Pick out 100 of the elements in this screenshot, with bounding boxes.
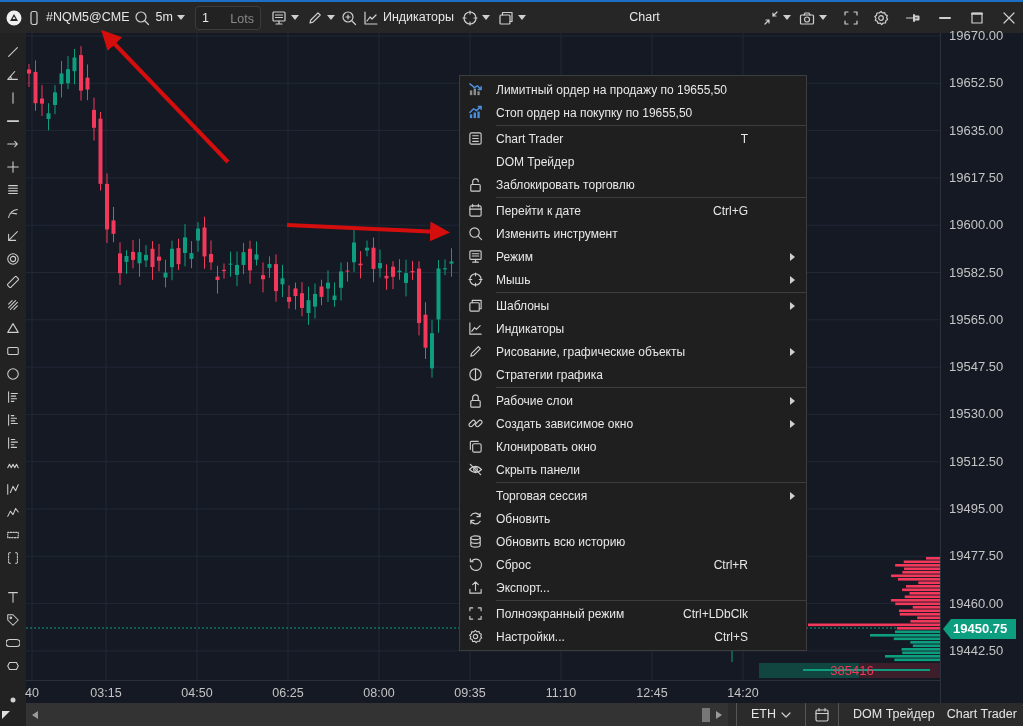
zoom-in-icon[interactable] <box>340 9 357 26</box>
menu-item[interactable]: Полноэкранный режим Ctrl+LDbClk <box>460 602 806 625</box>
crosshair-dropdown[interactable] <box>460 9 492 26</box>
menu-item[interactable]: DOM Трейдер <box>460 150 806 173</box>
chart-up-icon <box>467 105 483 120</box>
settings-icon[interactable] <box>873 9 889 26</box>
price-label: 19670.00 <box>949 27 1004 46</box>
menu-item[interactable]: Мышь <box>460 268 806 291</box>
menu-item[interactable]: Шаблоны <box>460 294 806 317</box>
menu-item[interactable]: Торговая сессия <box>460 484 806 507</box>
circle-icon[interactable] <box>6 367 20 381</box>
menu-item[interactable]: Перейти к дате Ctrl+G <box>460 199 806 222</box>
tag-icon[interactable] <box>6 612 20 627</box>
ruler-icon[interactable] <box>6 275 20 289</box>
caret-icon[interactable] <box>518 15 526 20</box>
timeframe-dropdown[interactable]: 5m <box>153 8 187 27</box>
candle <box>176 238 181 271</box>
menu-item[interactable]: Рисование, графические объекты <box>460 340 806 363</box>
caret-icon[interactable] <box>326 15 335 20</box>
spiral-icon[interactable] <box>6 252 20 266</box>
bars-icon[interactable] <box>6 413 20 427</box>
calendar-icon[interactable] <box>814 706 830 723</box>
session-dropdown[interactable]: ETH <box>745 705 797 724</box>
menu-item[interactable]: Изменить инструмент <box>460 222 806 245</box>
candle <box>410 260 415 281</box>
candle <box>118 241 122 286</box>
templates-dropdown[interactable] <box>496 9 528 26</box>
rectangle-icon[interactable] <box>6 344 20 358</box>
lock-icon <box>467 393 483 408</box>
caret-icon[interactable] <box>783 15 791 20</box>
scroll-left-icon[interactable] <box>32 710 38 719</box>
pattern-icon[interactable] <box>6 482 20 496</box>
candle <box>443 258 447 276</box>
price-label: 19460.00 <box>949 594 1004 613</box>
caret-icon[interactable] <box>482 15 490 20</box>
hatch-icon[interactable] <box>6 298 20 312</box>
menu-item[interactable]: Обновить <box>460 507 806 530</box>
bars-icon[interactable] <box>6 390 20 404</box>
menu-item[interactable]: Стратегии графика <box>460 363 806 386</box>
refresh-icon <box>467 511 483 526</box>
caret-icon[interactable] <box>819 15 827 20</box>
dot-icon[interactable] <box>10 697 16 703</box>
menu-item[interactable]: Рабочие слои <box>460 389 806 412</box>
candle <box>183 223 187 267</box>
bracket-icon[interactable] <box>6 551 20 565</box>
candle <box>46 102 51 131</box>
maximize-icon[interactable] <box>969 9 985 26</box>
price-label: 19442.50 <box>949 642 1004 661</box>
scrollbar[interactable] <box>26 703 728 726</box>
text-icon[interactable] <box>6 589 20 604</box>
undo-icon <box>467 557 483 572</box>
search-icon[interactable] <box>133 9 150 26</box>
bars-icon[interactable] <box>6 436 20 450</box>
submenu-arrow-icon <box>789 347 795 356</box>
menu-item[interactable]: Индикаторы <box>460 317 806 340</box>
candle <box>365 240 369 257</box>
camera-icon <box>799 9 815 26</box>
logo-icon[interactable] <box>6 9 22 26</box>
chevron-down-icon <box>781 711 791 718</box>
price-label: 19635.00 <box>949 121 1004 140</box>
menu-item[interactable]: Настройки... Ctrl+S <box>460 625 806 648</box>
caret-icon[interactable] <box>176 15 185 20</box>
angle-icon[interactable] <box>6 68 20 82</box>
panel-button[interactable]: Chart Trader <box>940 705 1023 724</box>
scroll-thumb[interactable] <box>702 707 710 722</box>
fullscreen-icon[interactable] <box>843 9 859 26</box>
menu-item[interactable]: Лимитный ордер на продажу по 19655,50 <box>460 78 806 101</box>
candle <box>306 286 311 326</box>
menu-item[interactable]: Заблокировать торговлю <box>460 173 806 196</box>
monitor-icon <box>467 249 483 264</box>
triangle-icon[interactable] <box>6 321 20 335</box>
symbol-text[interactable]: #NQM5@CME <box>46 8 130 27</box>
menu-item[interactable]: Экспорт... <box>460 576 806 599</box>
line-icon[interactable] <box>6 45 20 59</box>
caret-icon[interactable] <box>290 15 299 20</box>
angle-arrow-icon[interactable] <box>6 229 20 243</box>
panel-button[interactable]: DOM Трейдер <box>847 705 941 724</box>
parallel-lines-icon[interactable] <box>6 183 20 197</box>
scroll-right-icon[interactable] <box>716 710 722 719</box>
crosshair-icon[interactable] <box>6 160 20 174</box>
candle <box>332 281 337 308</box>
corner-icon[interactable] <box>2 710 10 719</box>
current-price-tag: 19450.75 <box>943 619 1016 639</box>
menu-item[interactable]: Создать зависимое окно <box>460 412 806 435</box>
candle <box>326 269 330 303</box>
candle <box>202 216 207 270</box>
zigzag-icon[interactable] <box>6 505 20 519</box>
menu-item[interactable]: Режим <box>460 245 806 268</box>
copy-icon <box>467 439 483 454</box>
indicators-button[interactable]: Индикаторы <box>360 8 456 27</box>
menu-item[interactable]: Сброс Ctrl+R <box>460 553 806 576</box>
candle <box>267 255 272 279</box>
menu-item[interactable]: Скрыть панели <box>460 458 806 481</box>
menu-item[interactable]: Chart Trader T <box>460 127 806 150</box>
screenshot-dropdown[interactable] <box>797 9 829 26</box>
menu-item[interactable]: Обновить всю историю <box>460 530 806 553</box>
fork-icon[interactable] <box>6 206 20 220</box>
candle <box>345 261 350 283</box>
menu-item[interactable]: Стоп ордер на покупку по 19655,50 <box>460 101 806 124</box>
menu-item[interactable]: Клонировать окно <box>460 435 806 458</box>
